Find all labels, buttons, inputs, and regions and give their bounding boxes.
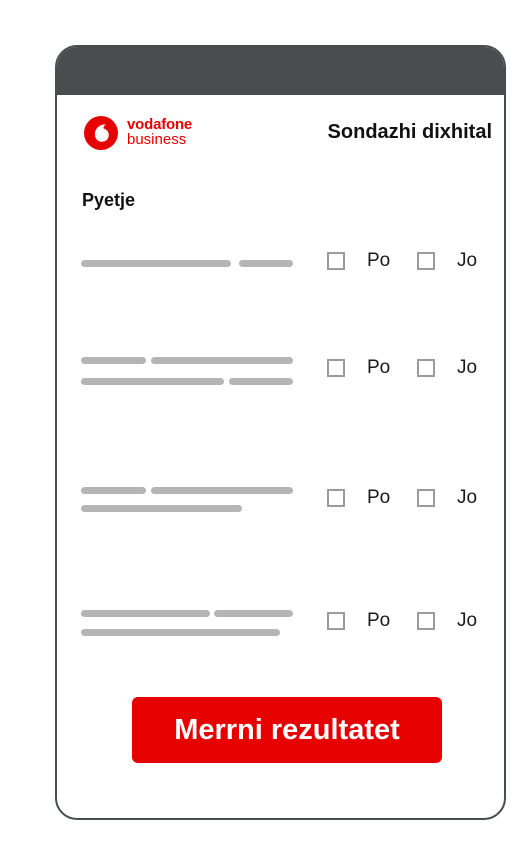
checkbox-no[interactable] <box>417 612 435 630</box>
vodafone-business-logo: vodafone business <box>83 115 213 155</box>
question-text-placeholder <box>81 378 224 385</box>
question-text-placeholder <box>81 610 210 617</box>
option-yes[interactable]: Po <box>327 357 407 383</box>
vodafone-speechmark-icon <box>84 116 118 150</box>
option-no[interactable]: Jo <box>417 610 497 636</box>
question-text-placeholder <box>151 357 293 364</box>
option-yes[interactable]: Po <box>327 487 407 513</box>
question-text-placeholder <box>81 487 146 494</box>
option-yes[interactable]: Po <box>327 250 407 276</box>
checkbox-yes[interactable] <box>327 359 345 377</box>
question-text-placeholder <box>229 378 293 385</box>
question-text-placeholder <box>81 629 280 636</box>
option-yes[interactable]: Po <box>327 610 407 636</box>
option-yes-label: Po <box>367 610 391 631</box>
question-text-placeholder <box>81 260 231 267</box>
checkbox-no[interactable] <box>417 489 435 507</box>
option-no-label: Jo <box>457 610 478 631</box>
card-top-bar <box>57 47 504 95</box>
option-no[interactable]: Jo <box>417 250 497 276</box>
question-text-placeholder <box>151 487 293 494</box>
question-text-placeholder <box>81 505 242 512</box>
question-text-placeholder <box>214 610 293 617</box>
checkbox-yes[interactable] <box>327 612 345 630</box>
questions-heading: Pyetje <box>82 190 136 210</box>
option-no[interactable]: Jo <box>417 357 497 383</box>
checkbox-no[interactable] <box>417 359 435 377</box>
survey-card: vodafone business Sondazhi dixhital Pyet… <box>55 45 506 820</box>
page-title: Sondazhi dixhital <box>327 121 492 143</box>
question-text-placeholder <box>239 260 293 267</box>
question-text-placeholder <box>81 357 146 364</box>
option-no-label: Jo <box>457 357 478 378</box>
option-no-label: Jo <box>457 487 478 508</box>
checkbox-no[interactable] <box>417 252 435 270</box>
brand-subname: business <box>127 131 187 148</box>
option-yes-label: Po <box>367 357 391 378</box>
option-yes-label: Po <box>367 250 391 271</box>
option-no-label: Jo <box>457 250 478 271</box>
option-no[interactable]: Jo <box>417 487 497 513</box>
get-results-button[interactable]: Merrni rezultatet <box>132 697 442 763</box>
checkbox-yes[interactable] <box>327 252 345 270</box>
option-yes-label: Po <box>367 487 391 508</box>
checkbox-yes[interactable] <box>327 489 345 507</box>
